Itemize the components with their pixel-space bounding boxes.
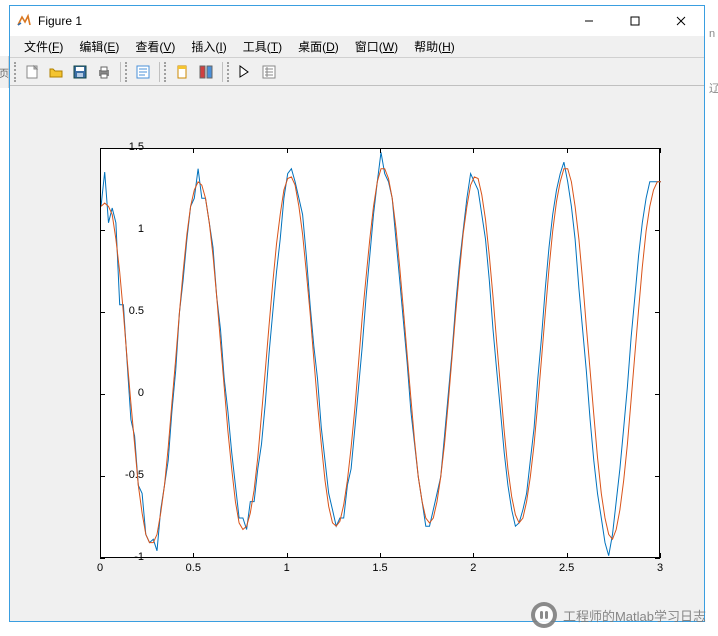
menu-file[interactable]: 文件(F) bbox=[16, 36, 71, 57]
edit-plot-button[interactable] bbox=[233, 60, 257, 84]
ytick-label: 1.5 bbox=[104, 141, 144, 153]
matlab-icon bbox=[16, 13, 32, 29]
axes-container: -1-0.500.511.5 00.511.522.53 bbox=[60, 138, 670, 588]
ytick-label: 0 bbox=[104, 387, 144, 399]
plot-area: -1-0.500.511.5 00.511.522.53 bbox=[10, 88, 704, 621]
close-button[interactable] bbox=[658, 6, 704, 36]
xtick-label: 0.5 bbox=[178, 562, 208, 574]
menu-help[interactable]: 帮助(H) bbox=[406, 36, 463, 57]
menubar: 文件(F) 编辑(E) 查看(V) 插入(I) 工具(T) 桌面(D) 窗口(W… bbox=[10, 36, 704, 58]
line-series-noisy bbox=[101, 152, 661, 555]
right-edge-sliver: n 辽 bbox=[706, 28, 718, 98]
axes[interactable] bbox=[100, 148, 660, 558]
link-plot-button[interactable] bbox=[170, 60, 194, 84]
xtick-label: 2.5 bbox=[552, 562, 582, 574]
menu-view[interactable]: 查看(V) bbox=[127, 36, 183, 57]
ytick-label: -0.5 bbox=[104, 469, 144, 481]
property-inspector-button[interactable] bbox=[257, 60, 281, 84]
menu-window[interactable]: 窗口(W) bbox=[347, 36, 406, 57]
open-button[interactable] bbox=[44, 60, 68, 84]
watermark-text: 工程师的Matlab学习日志 bbox=[563, 606, 706, 625]
toolbar bbox=[10, 58, 704, 86]
new-figure-button[interactable] bbox=[20, 60, 44, 84]
minimize-button[interactable] bbox=[566, 6, 612, 36]
xtick-label: 1.5 bbox=[365, 562, 395, 574]
line-series-smooth bbox=[101, 169, 661, 543]
menu-edit[interactable]: 编辑(E) bbox=[71, 36, 127, 57]
xtick-label: 2 bbox=[458, 562, 488, 574]
titlebar: Figure 1 bbox=[10, 6, 704, 36]
insert-colorbar-button[interactable] bbox=[194, 60, 218, 84]
xtick-label: 3 bbox=[645, 562, 675, 574]
xtick-label: 1 bbox=[272, 562, 302, 574]
ytick-label: 1 bbox=[104, 223, 144, 235]
maximize-button[interactable] bbox=[612, 6, 658, 36]
wechat-icon bbox=[531, 602, 557, 628]
menu-desktop[interactable]: 桌面(D) bbox=[290, 36, 347, 57]
menu-tools[interactable]: 工具(T) bbox=[235, 36, 290, 57]
watermark: 工程师的Matlab学习日志 bbox=[531, 602, 706, 628]
menu-insert[interactable]: 插入(I) bbox=[183, 36, 234, 57]
figure-window: Figure 1 文件(F) 编辑(E) 查看(V) 插入(I) 工具(T) 桌… bbox=[9, 5, 705, 622]
left-edge-sliver: 页 bbox=[0, 56, 9, 88]
print-preview-button[interactable] bbox=[131, 60, 155, 84]
ytick-label: 0.5 bbox=[104, 305, 144, 317]
print-button[interactable] bbox=[92, 60, 116, 84]
xtick-label: 0 bbox=[85, 562, 115, 574]
window-title: Figure 1 bbox=[38, 14, 82, 28]
save-button[interactable] bbox=[68, 60, 92, 84]
